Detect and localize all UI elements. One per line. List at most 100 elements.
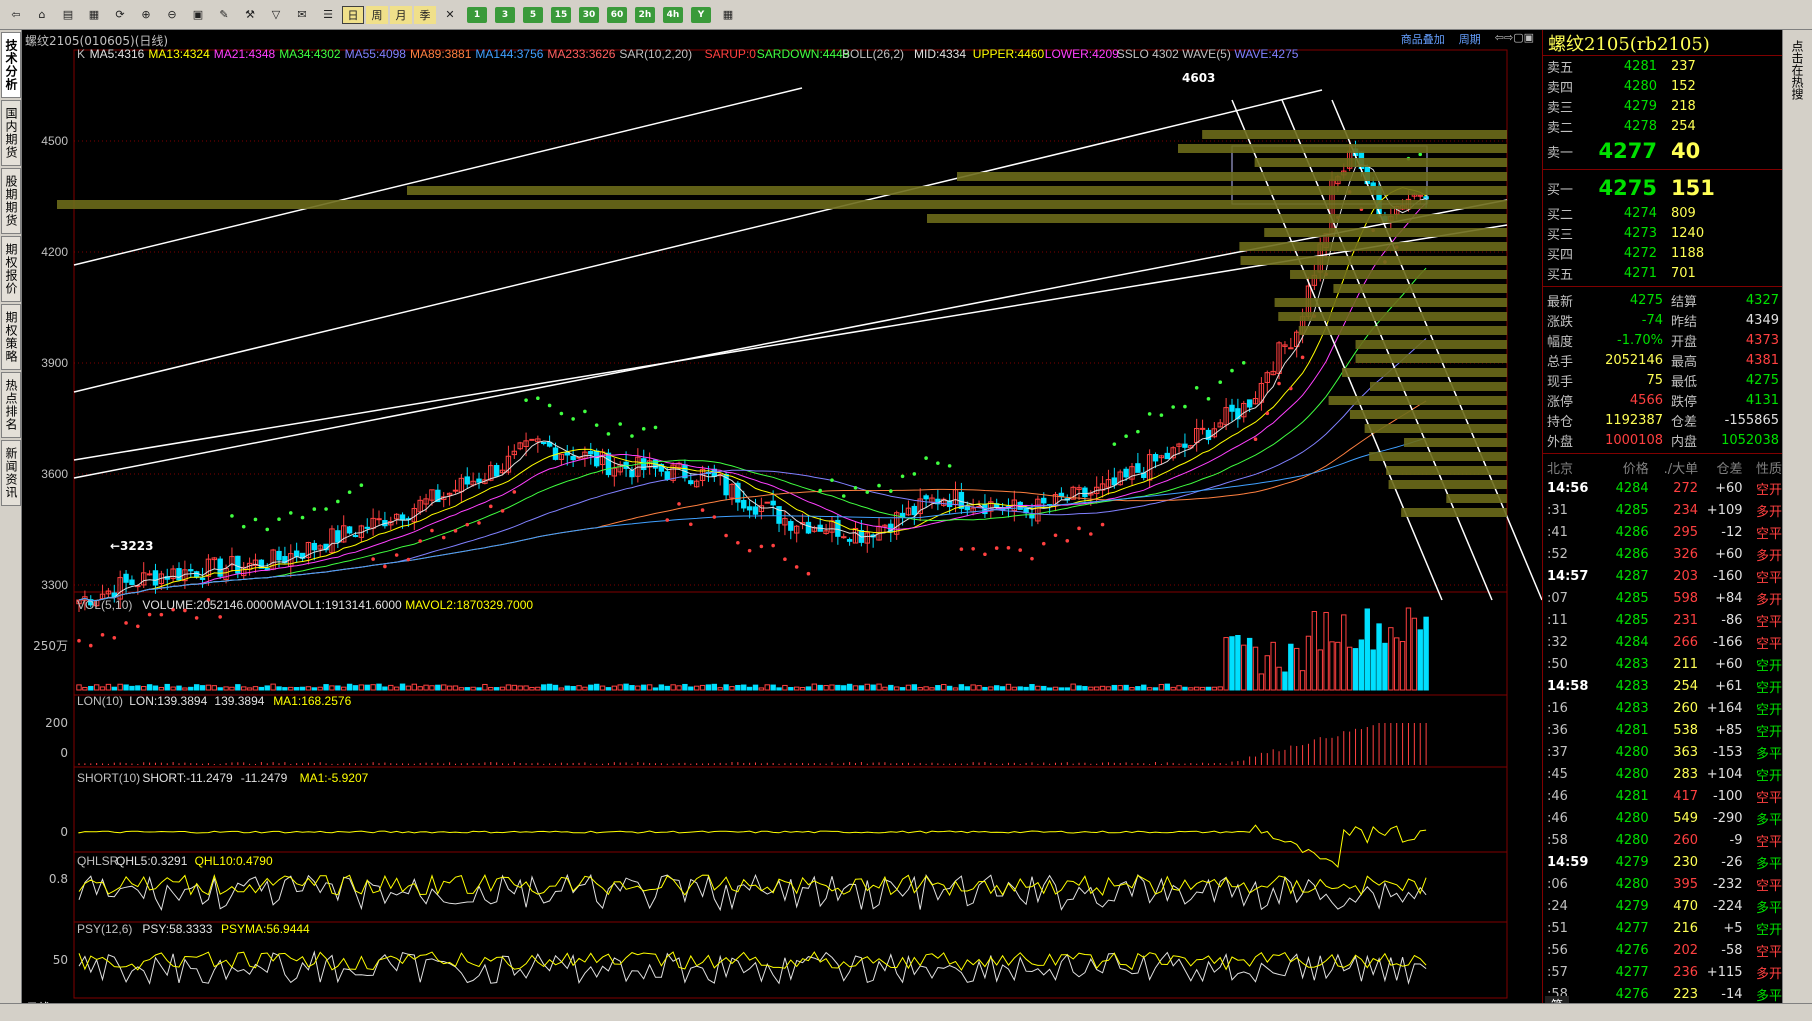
tick-price: 4286 — [1615, 524, 1649, 540]
period-2h-button[interactable]: 2h — [635, 6, 655, 23]
volume-bar — [829, 684, 835, 691]
period-season-button[interactable]: 季 — [414, 5, 436, 24]
window-controls-icon[interactable]: ⇦⇨▢▣ — [1495, 31, 1534, 47]
volume-bar — [723, 684, 729, 691]
period-day-button[interactable]: 日 — [342, 5, 364, 24]
left-tab-3[interactable]: 期权报价 — [1, 236, 21, 302]
volume-profile-bar — [1264, 228, 1507, 237]
info-row: 涨跌 -74 昨结 4349 — [1543, 310, 1782, 330]
refresh-icon[interactable]: ⟳ — [108, 4, 132, 26]
info-label: 幅度 — [1547, 334, 1574, 350]
left-tab-0[interactable]: 技术分析 — [1, 32, 21, 98]
volume-bar — [476, 687, 482, 691]
volume-bar — [217, 687, 223, 691]
filter-icon[interactable]: ▽ — [264, 4, 288, 26]
info-value: 75 — [1646, 372, 1663, 388]
chart-link-0[interactable]: 商品叠加 — [1401, 31, 1445, 47]
right-bar-label[interactable]: 点击在热搜 — [1789, 40, 1806, 100]
bid-price: 4272 — [1623, 245, 1657, 261]
tick-volume: 363 — [1673, 744, 1699, 760]
indicator-label: MAVOL1:1913141.6000 — [274, 598, 402, 612]
tick-volume: 295 — [1673, 524, 1699, 540]
minute-5-button[interactable]: 5 — [523, 6, 543, 23]
volume-bar — [1199, 686, 1206, 691]
left-tab-4[interactable]: 期权策略 — [1, 304, 21, 370]
tick-time: :45 — [1547, 766, 1568, 782]
window-icon[interactable]: ▣ — [186, 4, 210, 26]
chart-area[interactable]: K MA5:4316 MA13:4324 MA21:4348 MA34:4302 MA55… — [22, 30, 1542, 1015]
chart-icon[interactable]: ▦ — [82, 4, 106, 26]
ask-book: 卖五 4281 237 卖四 4280 152 卖三 4279 218 卖二 4278 254 卖一 42… — [1543, 56, 1782, 166]
tick-time: :41 — [1547, 524, 1568, 540]
left-tab-6[interactable]: 新闻资讯 — [1, 440, 21, 506]
bid-price: 4271 — [1623, 265, 1657, 281]
tick-oi-change: +84 — [1715, 590, 1743, 606]
volume-bar — [341, 686, 347, 691]
volume-bar — [782, 684, 788, 691]
tools-icon[interactable]: ⚒ — [238, 4, 262, 26]
period-y-button[interactable]: Y — [691, 6, 711, 23]
volume-bar — [323, 684, 329, 691]
zoom-out-icon[interactable]: ⊖ — [160, 4, 184, 26]
indicator-label: LOWER:4209 — [1045, 47, 1119, 61]
home-icon[interactable]: ⌂ — [30, 4, 54, 26]
sar-dot — [924, 456, 928, 460]
volume-bar — [470, 686, 476, 691]
volume-bar — [888, 684, 894, 691]
sar-dot — [865, 490, 870, 494]
sar-dot — [1089, 532, 1093, 536]
volume-bar — [135, 685, 141, 691]
qhlsr-tick: 0.8 — [49, 872, 68, 886]
chart-link-1[interactable]: 周期 — [1459, 31, 1481, 47]
info-value: 4373 — [1745, 332, 1779, 348]
sar-dot — [1230, 368, 1234, 373]
list-icon[interactable]: ☰ — [316, 4, 340, 26]
volume-bar — [182, 687, 188, 691]
ma-line — [78, 187, 1427, 601]
sar-dot — [618, 422, 622, 426]
volume-bar — [1382, 642, 1388, 691]
tick-row: :52 4286 326 +60 多开 — [1543, 543, 1782, 565]
tick-price: 4285 — [1615, 612, 1649, 628]
minute-30-button[interactable]: 30 — [579, 6, 599, 23]
candle-body — [805, 521, 812, 534]
tick-icon[interactable]: ✕ — [438, 4, 462, 26]
left-tab-5[interactable]: 热点排名 — [1, 372, 21, 438]
minute-15-button[interactable]: 15 — [551, 6, 571, 23]
minute-1-button[interactable]: 1 — [467, 6, 487, 23]
tick-nature: 多平 — [1756, 900, 1783, 916]
left-tab-1[interactable]: 国内期货 — [1, 100, 21, 166]
tick-time: :24 — [1547, 898, 1568, 914]
info-value: 1000108 — [1605, 432, 1663, 448]
volume-bar — [870, 684, 876, 691]
back-icon[interactable]: ⇦ — [4, 4, 28, 26]
zoom-in-icon[interactable]: ⊕ — [134, 4, 158, 26]
calendar-icon[interactable]: ▦ — [716, 4, 740, 26]
period-month-button[interactable]: 月 — [390, 5, 412, 24]
period-4h-button[interactable]: 4h — [663, 6, 683, 23]
sar-dot — [1018, 548, 1023, 552]
volume-bar — [629, 685, 635, 691]
volume-bar — [676, 685, 682, 691]
tick-nature: 空平 — [1756, 834, 1783, 850]
volume-bar — [717, 687, 723, 691]
minute-60-button[interactable]: 60 — [607, 6, 627, 23]
period-week-button[interactable]: 周 — [366, 5, 388, 24]
ask-row: 卖三 4279 218 — [1543, 96, 1782, 116]
volume-bar — [388, 684, 394, 691]
ask-label: 卖二 — [1547, 120, 1574, 136]
info-label: 最高 — [1671, 354, 1698, 370]
info-label: 结算 — [1671, 294, 1698, 310]
sar-dot — [994, 546, 999, 550]
pen-icon[interactable]: ✎ — [212, 4, 236, 26]
price-tick: 3900 — [41, 356, 68, 370]
candle-body — [1152, 453, 1159, 462]
sar-dot — [194, 616, 199, 620]
info-label: 涨跌 — [1547, 314, 1574, 330]
left-tab-2[interactable]: 股期期货 — [1, 168, 21, 234]
volume-profile-bar — [1333, 284, 1507, 293]
minute-3-button[interactable]: 3 — [495, 6, 515, 23]
kline-chart[interactable]: K MA5:4316 MA13:4324 MA21:4348 MA34:4302 MA55… — [22, 30, 1542, 1015]
stock-icon[interactable]: ▤ — [56, 4, 80, 26]
news-icon[interactable]: ✉ — [290, 4, 314, 26]
